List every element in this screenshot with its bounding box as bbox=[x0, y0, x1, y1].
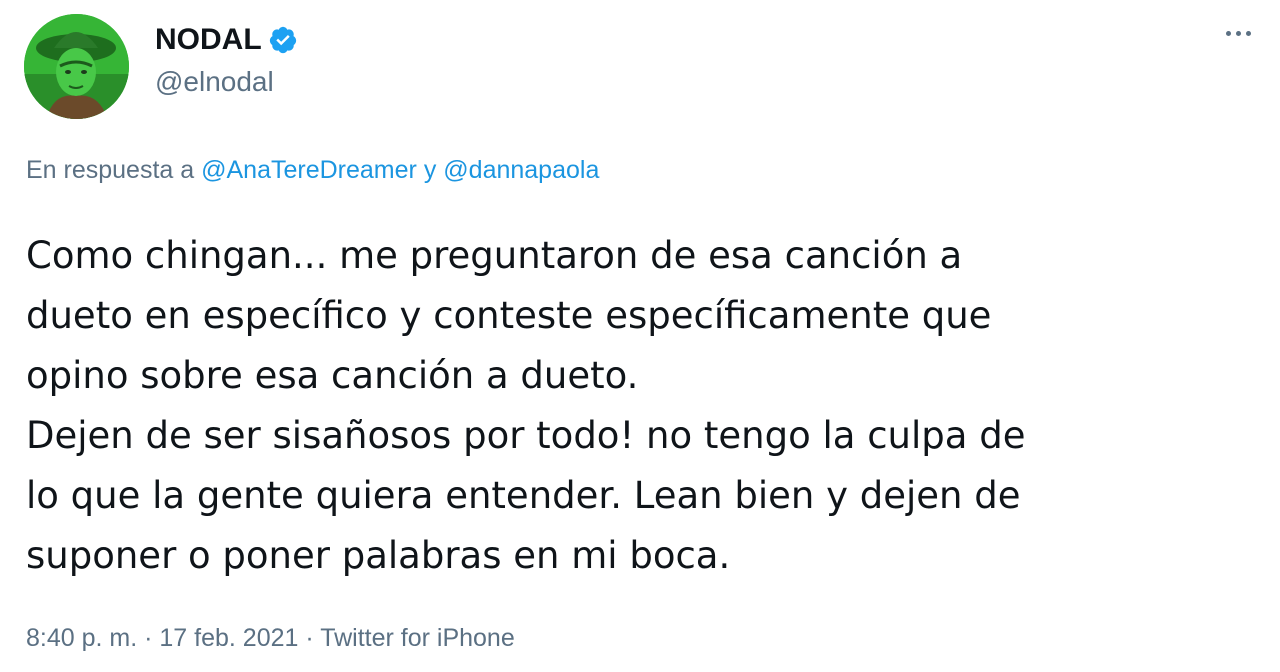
more-options-icon[interactable] bbox=[1218, 18, 1258, 48]
profile-photo bbox=[24, 14, 129, 119]
mention-link-2[interactable]: @dannapaola bbox=[443, 156, 599, 184]
author-handle[interactable]: @elnodal bbox=[155, 66, 274, 98]
avatar[interactable] bbox=[24, 14, 129, 119]
tweet-meta: 8:40 p. m. · 17 feb. 2021 · Twitter for … bbox=[26, 624, 515, 653]
dot bbox=[1235, 30, 1241, 36]
meta-separator: · bbox=[144, 624, 153, 652]
tweet-text: Como chingan... me preguntaron de esa ca… bbox=[26, 234, 1026, 577]
mention-link-1[interactable]: @AnaTereDreamer bbox=[201, 156, 417, 184]
dot bbox=[1245, 30, 1251, 36]
meta-separator: · bbox=[305, 624, 314, 652]
display-name[interactable]: NODAL bbox=[155, 23, 262, 57]
dot bbox=[1225, 30, 1231, 36]
tweet-time[interactable]: 8:40 p. m. bbox=[26, 624, 137, 652]
reply-prefix: En respuesta a bbox=[26, 156, 195, 184]
tweet-date[interactable]: 17 feb. 2021 bbox=[159, 624, 298, 652]
tweet-source[interactable]: Twitter for iPhone bbox=[320, 624, 515, 652]
verified-badge-icon bbox=[268, 25, 298, 55]
author-name-row: NODAL bbox=[155, 20, 298, 60]
reply-connector: y bbox=[423, 156, 437, 184]
reply-context: En respuesta a @AnaTereDreamer y @dannap… bbox=[26, 156, 599, 185]
